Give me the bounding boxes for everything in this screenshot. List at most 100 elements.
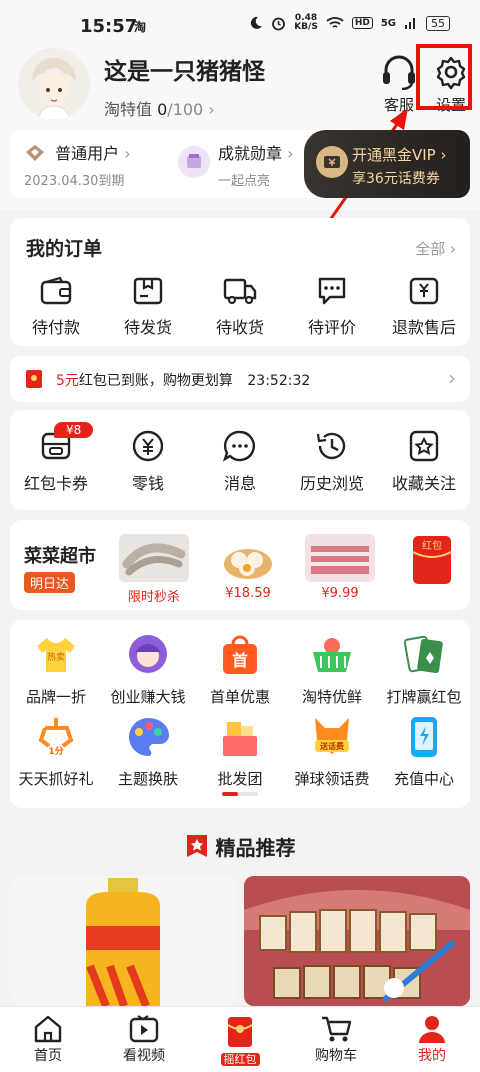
services-card: 热卖 品牌一折 创业赚大钱 首 首单优惠 淘特优鲜 打牌赢红包 1分 天天抓好礼… <box>10 620 470 808</box>
headset-icon <box>383 55 415 90</box>
market-item-eggs[interactable]: ¥18.59 <box>208 534 288 601</box>
order-pending-shipment[interactable]: 待发货 <box>102 276 194 338</box>
orders-all-link[interactable]: 全部 › <box>415 238 456 259</box>
service-brand-discount[interactable]: 热卖 品牌一折 <box>10 632 102 707</box>
recommend-title: 精品推荐 <box>215 836 296 860</box>
chevron-right-icon: › <box>208 100 215 119</box>
video-icon <box>129 1015 159 1043</box>
vip-coupon-icon <box>316 146 348 178</box>
package-icon <box>133 277 163 305</box>
badge-sub: 一起点亮 <box>218 174 271 189</box>
star-flag-icon <box>186 835 207 857</box>
service-themes[interactable]: 主题换肤 <box>102 714 194 789</box>
svg-text:红包: 红包 <box>422 539 442 552</box>
boxes-icon <box>223 722 257 756</box>
nav-cart[interactable]: 购物车 <box>288 1007 384 1072</box>
notice-text: 红包已到账，购物更划算 <box>78 373 233 389</box>
status-time: 15:57 <box>80 16 138 37</box>
settings-highlight-box <box>416 44 472 110</box>
user-expire-date: 2023.04.30到期 <box>24 174 125 189</box>
vip-title: 开通黑金VIP <box>352 146 436 164</box>
medal-icon <box>178 146 210 178</box>
order-pending-payment[interactable]: 待付款 <box>10 276 102 338</box>
market-item-meat[interactable]: ¥9.99 <box>300 534 380 601</box>
svg-text:热卖: 热卖 <box>47 651 65 663</box>
battery-icon: 55 <box>426 15 450 31</box>
cart-icon <box>322 1016 352 1042</box>
basket-icon <box>313 638 351 672</box>
nav-mine[interactable]: 我的 <box>384 1007 480 1072</box>
service-startup[interactable]: 创业赚大钱 <box>102 632 194 707</box>
teeth-image <box>244 876 470 1006</box>
service-daily-gifts[interactable]: 1分 天天抓好礼 <box>10 714 102 789</box>
nav-home[interactable]: 首页 <box>0 1007 96 1072</box>
service-pinball[interactable]: 送话费 弹球领话费 <box>286 714 378 789</box>
user-level-label: 普通用户 <box>55 144 120 163</box>
home-icon <box>34 1015 62 1043</box>
vip-sub: 享36元话费券 <box>352 171 440 187</box>
history-icon <box>316 432 346 460</box>
feed-item-dental[interactable] <box>244 876 470 1006</box>
service-first-order[interactable]: 首 首单优惠 <box>194 632 286 707</box>
svg-text:送话费: 送话费 <box>319 741 344 751</box>
orders-title: 我的订单 <box>26 238 103 260</box>
nav-video[interactable]: 看视频 <box>96 1007 192 1072</box>
notice-countdown: 23:52:32 <box>247 373 311 389</box>
market-card[interactable]: 菜菜超市 明日达 限时秒杀 ¥18.59 ¥9.99 红包 <box>10 520 470 610</box>
order-pending-receipt[interactable]: 待收货 <box>194 276 286 338</box>
network-speed: 0.48 KB/S <box>294 13 318 32</box>
service-wholesale[interactable]: 批发团 <box>194 714 286 789</box>
orders-card: 我的订单 全部 › 待付款 待发货 待收货 待评价 退款售后 <box>10 218 470 346</box>
user-level-item[interactable]: 普通用户 › 2023.04.30到期 <box>24 140 131 189</box>
playing-cards-icon <box>403 635 443 673</box>
order-refund[interactable]: 退款售后 <box>378 276 470 338</box>
wallet-favorites[interactable]: 收藏关注 <box>378 430 470 494</box>
avatar-image <box>18 48 90 120</box>
red-envelope-icon <box>227 1017 253 1047</box>
market-item-redpacket[interactable]: 红包 <box>392 534 472 586</box>
customer-service-label: 客服 <box>383 96 414 114</box>
level-badge-icon <box>26 145 44 161</box>
taote-value-link[interactable]: 淘特值 0/100 › <box>104 96 215 120</box>
user-icon <box>419 1016 445 1043</box>
wallet-change[interactable]: 零钱 <box>102 430 194 494</box>
service-fresh[interactable]: 淘特优鲜 <box>286 632 378 707</box>
tshirt-icon: 热卖 <box>37 638 75 672</box>
badge-title: 成就勋章 <box>218 144 283 163</box>
hd-icon: HD <box>351 17 373 29</box>
order-pending-review[interactable]: 待评价 <box>286 276 378 338</box>
market-title: 菜菜超市 <box>24 546 96 567</box>
fox-icon: 送话费 <box>315 718 349 754</box>
eggs-image <box>213 534 283 582</box>
service-recharge[interactable]: 充值中心 <box>378 714 470 789</box>
red-packet-notice[interactable]: 5元红包已到账，购物更划算 23:52:32 › <box>10 356 470 402</box>
notice-amount: 5元 <box>56 373 79 389</box>
service-cards[interactable]: 打牌赢红包 <box>378 632 470 707</box>
wallet-coupons[interactable]: 红包卡券 ¥8 <box>10 422 102 494</box>
badge-item[interactable]: 成就勋章 › 一起点亮 <box>178 140 294 189</box>
coupon-badge: ¥8 <box>54 422 94 438</box>
vip-banner[interactable]: 开通黑金VIP › 享36元话费券 <box>304 130 470 198</box>
page-indicator <box>222 792 258 796</box>
avatar[interactable] <box>18 48 90 120</box>
shopping-bag-icon: 首 <box>223 635 257 674</box>
wallet-icon <box>40 276 72 305</box>
wallet-messages[interactable]: 消息 <box>194 430 286 494</box>
truck-icon <box>223 278 257 305</box>
username[interactable]: 这是一只猪猪怪 <box>104 52 265 86</box>
market-item-seckill[interactable]: 限时秒杀 <box>114 534 194 605</box>
claw-icon: 1分 <box>38 718 74 757</box>
feed-item-drink[interactable] <box>10 876 236 1006</box>
wifi-icon <box>326 17 344 28</box>
wallet-history[interactable]: 历史浏览 <box>286 430 378 494</box>
nav-shake-redpacket[interactable]: 摇红包 <box>192 1007 288 1072</box>
avatar-girl-icon <box>129 635 167 673</box>
refund-icon <box>409 277 439 305</box>
wallet-card: 红包卡券 ¥8 零钱 消息 历史浏览 收藏关注 <box>10 410 470 510</box>
recommend-header: 精品推荐 <box>0 832 480 861</box>
pork-image <box>305 534 375 582</box>
bottom-nav: 首页 看视频 摇红包 购物车 我的 <box>0 1006 480 1072</box>
market-tag: 明日达 <box>24 572 76 593</box>
alarm-icon <box>272 17 286 30</box>
signal-icon: 5G <box>380 17 396 29</box>
